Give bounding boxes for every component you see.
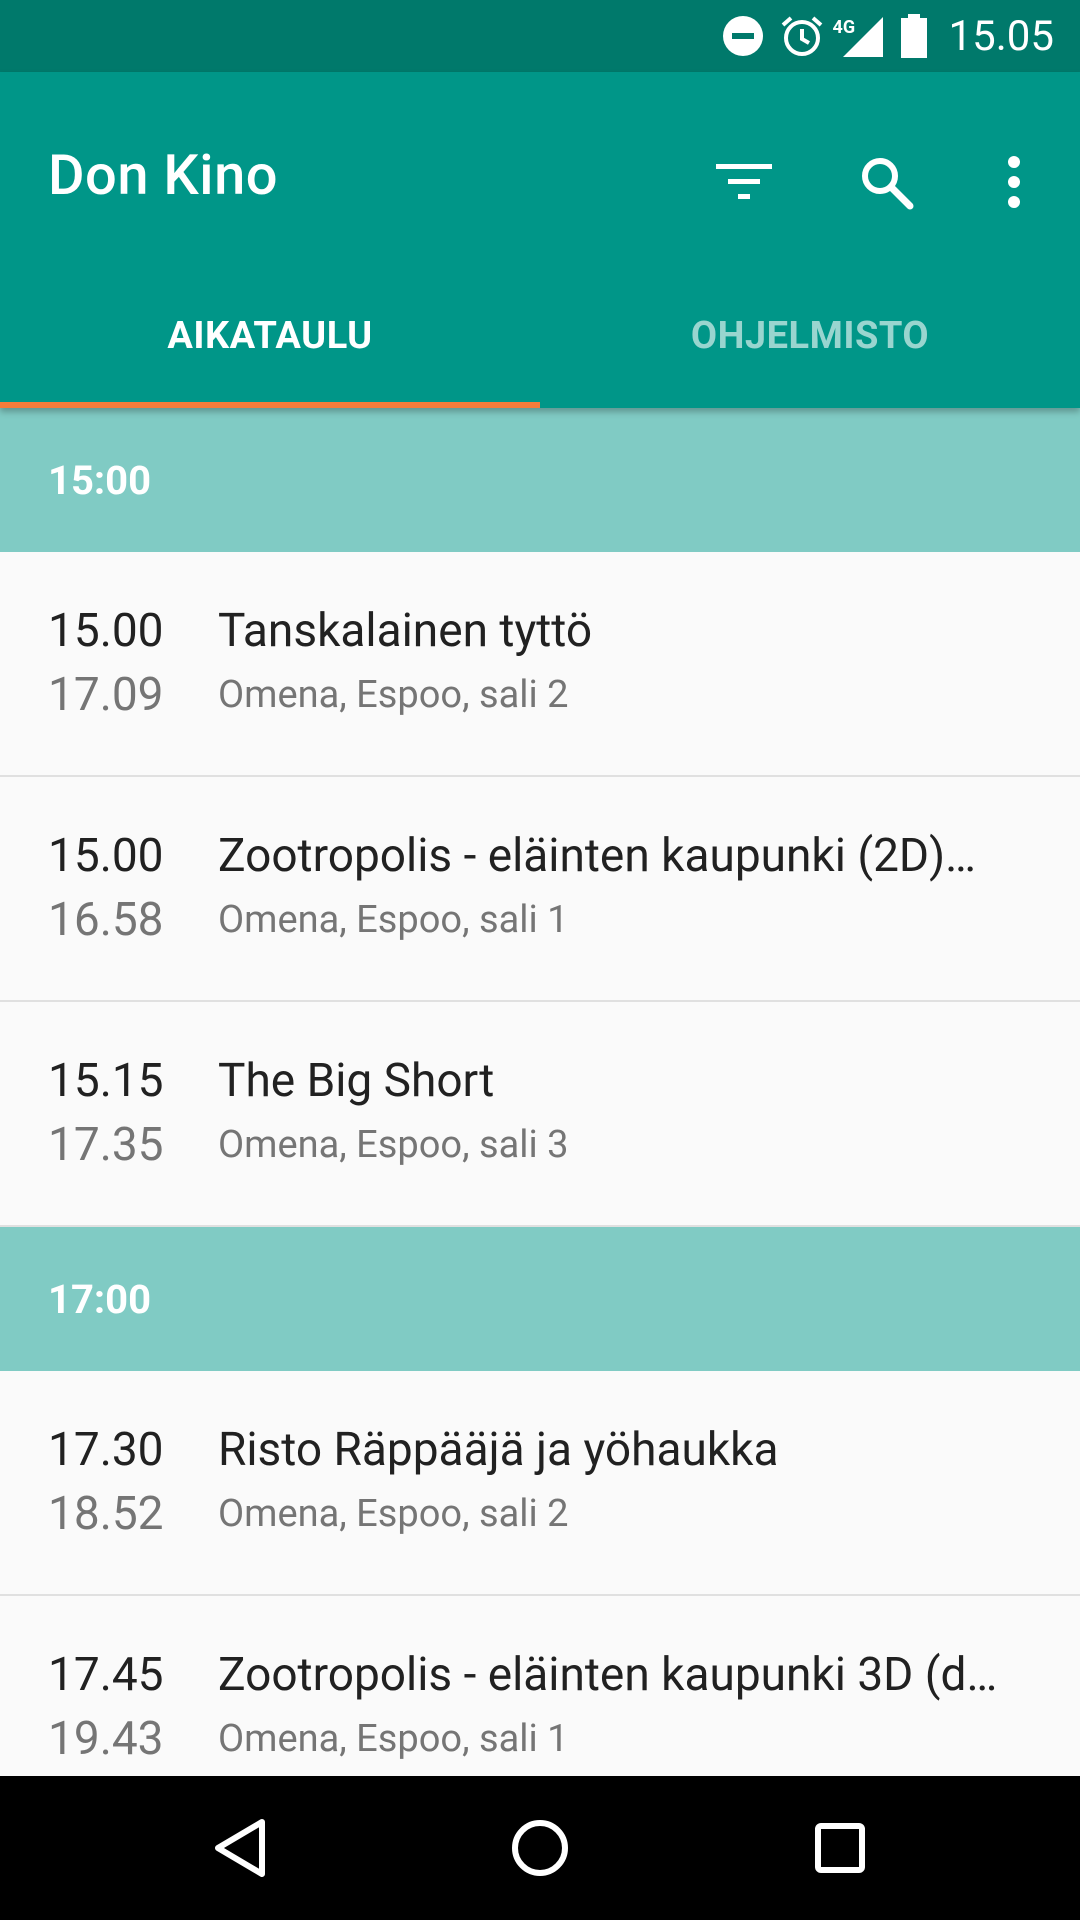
venue-label: Omena, Espoo, sali 1 bbox=[218, 1717, 569, 1761]
recents-icon bbox=[815, 1823, 865, 1873]
end-time: 17.35 bbox=[48, 1118, 164, 1172]
start-time: 17.45 bbox=[48, 1648, 164, 1702]
back-button[interactable] bbox=[200, 1808, 280, 1888]
schedule-list[interactable]: 15:00 15.00 17.09 Tanskalainen tyttö Ome… bbox=[0, 408, 1080, 1776]
signal-icon: 4G bbox=[833, 13, 885, 59]
end-time: 17.09 bbox=[48, 668, 164, 722]
home-button[interactable] bbox=[500, 1808, 580, 1888]
start-time: 17.30 bbox=[48, 1423, 164, 1477]
tab-indicator bbox=[0, 402, 540, 408]
venue-label: Omena, Espoo, sali 2 bbox=[218, 1492, 569, 1536]
movie-title: Tanskalainen tyttö bbox=[218, 604, 593, 658]
back-icon bbox=[215, 1819, 265, 1877]
start-time: 15.15 bbox=[48, 1054, 164, 1108]
venue-label: Omena, Espoo, sali 2 bbox=[218, 673, 569, 717]
tab-bar: AIKATAULU OHJELMISTO bbox=[0, 264, 1080, 408]
tab-ohjelmisto[interactable]: OHJELMISTO bbox=[540, 264, 1080, 408]
movie-title: The Big Short bbox=[218, 1054, 495, 1108]
movie-title: Zootropolis - eläinten kaupunki (2D)… bbox=[218, 829, 976, 883]
home-icon bbox=[512, 1820, 568, 1876]
filter-button[interactable] bbox=[704, 142, 784, 222]
venue-label: Omena, Espoo, sali 3 bbox=[218, 1123, 569, 1167]
more-vert-icon bbox=[1008, 156, 1020, 208]
alarm-icon bbox=[779, 13, 825, 59]
showtime-row[interactable]: 17.30 18.52 Risto Räppääjä ja yöhaukka O… bbox=[0, 1371, 1080, 1596]
start-time: 15.00 bbox=[48, 604, 164, 658]
navigation-bar bbox=[0, 1776, 1080, 1920]
time-section-header: 17:00 bbox=[0, 1227, 1080, 1371]
battery-icon bbox=[899, 13, 929, 59]
status-time: 15.05 bbox=[948, 11, 1055, 61]
movie-title: Risto Räppääjä ja yöhaukka bbox=[218, 1423, 779, 1477]
section-header-label: 15:00 bbox=[48, 456, 152, 504]
network-type-label: 4G bbox=[832, 17, 856, 38]
showtime-row[interactable]: 15.00 17.09 Tanskalainen tyttö Omena, Es… bbox=[0, 552, 1080, 777]
tab-label: OHJELMISTO bbox=[690, 314, 930, 358]
app-bar: Don Kino AIKATAULU OHJELMISTO bbox=[0, 72, 1080, 408]
tab-aikataulu[interactable]: AIKATAULU bbox=[0, 264, 540, 408]
showtime-row[interactable]: 17.45 19.43 Zootropolis - eläinten kaupu… bbox=[0, 1596, 1080, 1776]
do-not-disturb-icon bbox=[721, 14, 765, 58]
search-button[interactable] bbox=[846, 142, 926, 222]
more-options-button[interactable] bbox=[974, 142, 1054, 222]
end-time: 19.43 bbox=[48, 1712, 164, 1766]
showtime-row[interactable]: 15.15 17.35 The Big Short Omena, Espoo, … bbox=[0, 1002, 1080, 1227]
movie-title: Zootropolis - eläinten kaupunki 3D (d… bbox=[218, 1648, 998, 1702]
end-time: 18.52 bbox=[48, 1487, 164, 1541]
app-title: Don Kino bbox=[48, 142, 279, 208]
start-time: 15.00 bbox=[48, 829, 164, 883]
status-bar: 4G 15.05 bbox=[0, 0, 1080, 72]
search-icon bbox=[862, 158, 914, 210]
tab-label: AIKATAULU bbox=[167, 314, 373, 358]
end-time: 16.58 bbox=[48, 893, 164, 947]
time-section-header: 15:00 bbox=[0, 408, 1080, 552]
showtime-row[interactable]: 15.00 16.58 Zootropolis - eläinten kaupu… bbox=[0, 777, 1080, 1002]
recents-button[interactable] bbox=[800, 1808, 880, 1888]
venue-label: Omena, Espoo, sali 1 bbox=[218, 898, 569, 942]
filter-icon bbox=[716, 164, 772, 199]
section-header-label: 17:00 bbox=[48, 1275, 152, 1323]
